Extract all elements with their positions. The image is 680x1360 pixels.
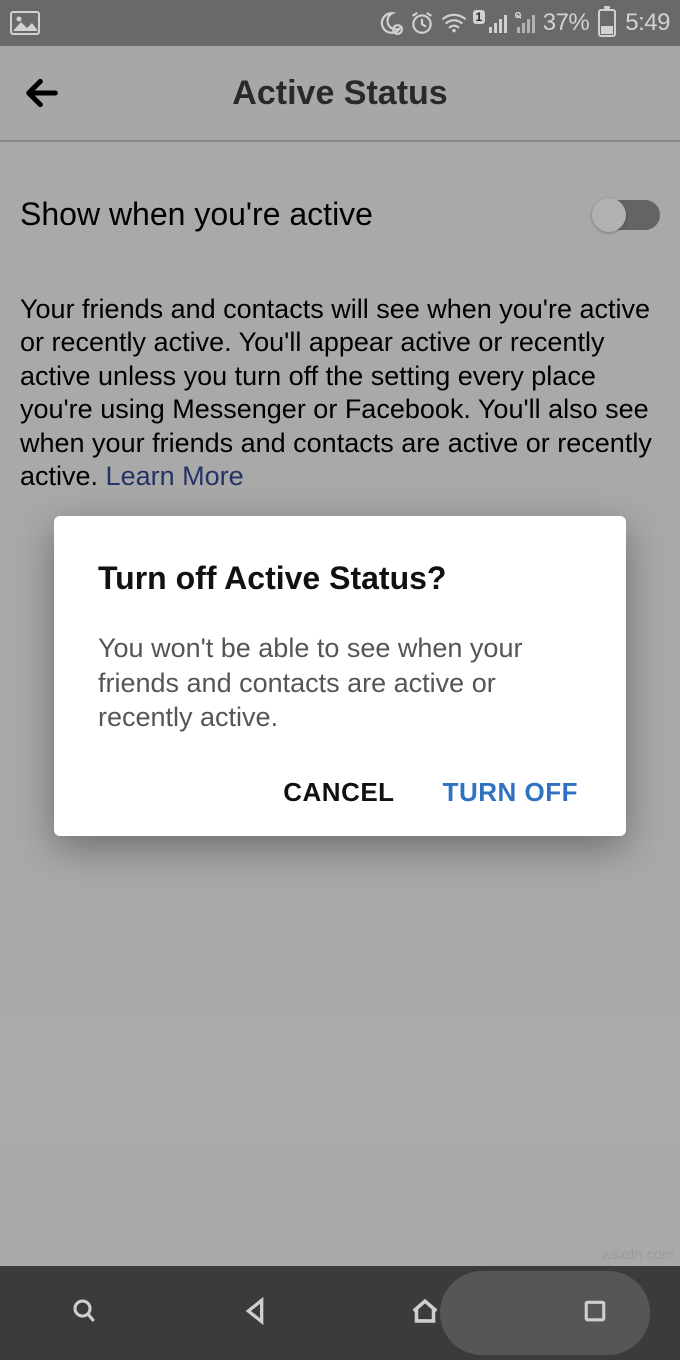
dialog-title: Turn off Active Status? [98, 560, 582, 597]
square-recents-icon [580, 1296, 610, 1331]
system-nav-bar [0, 1266, 680, 1360]
alarm-icon [409, 10, 435, 36]
picture-icon [10, 11, 40, 35]
home-icon [408, 1294, 442, 1333]
signal-2-icon [515, 12, 537, 34]
nav-back-button[interactable] [170, 1295, 340, 1332]
triangle-back-icon [239, 1295, 271, 1332]
toggle-knob [592, 198, 626, 232]
page-title: Active Status [14, 74, 666, 113]
battery-icon [598, 9, 616, 37]
signal-1-icon [489, 12, 509, 34]
battery-percent: 37% [543, 9, 590, 37]
nav-search-button[interactable] [0, 1296, 170, 1331]
status-clock: 5:49 [625, 9, 670, 37]
status-left [10, 11, 40, 35]
status-bar: 1 37% 5:49 [0, 0, 680, 46]
status-right: 1 37% 5:49 [377, 9, 670, 37]
active-status-toggle[interactable] [594, 200, 660, 230]
cancel-button[interactable]: CANCEL [283, 777, 394, 808]
active-status-label: Show when you're active [20, 196, 373, 233]
content-area: Show when you're active Your friends and… [0, 142, 680, 494]
confirm-dialog: Turn off Active Status? You won't be abl… [54, 516, 626, 836]
watermark: wsxdn.com [601, 1246, 674, 1262]
app-header: Active Status [0, 46, 680, 142]
turn-off-button[interactable]: TURN OFF [443, 777, 578, 808]
learn-more-link[interactable]: Learn More [106, 461, 244, 491]
wifi-icon [441, 12, 467, 34]
nav-recents-button[interactable] [510, 1296, 680, 1331]
search-icon [70, 1296, 100, 1331]
moon-dnd-icon [377, 10, 403, 36]
dialog-actions: CANCEL TURN OFF [98, 777, 582, 808]
active-status-row[interactable]: Show when you're active [20, 196, 660, 233]
sim-badge: 1 [473, 10, 485, 24]
active-status-description: Your friends and contacts will see when … [20, 293, 660, 494]
dialog-body: You won't be able to see when your frien… [98, 631, 582, 735]
